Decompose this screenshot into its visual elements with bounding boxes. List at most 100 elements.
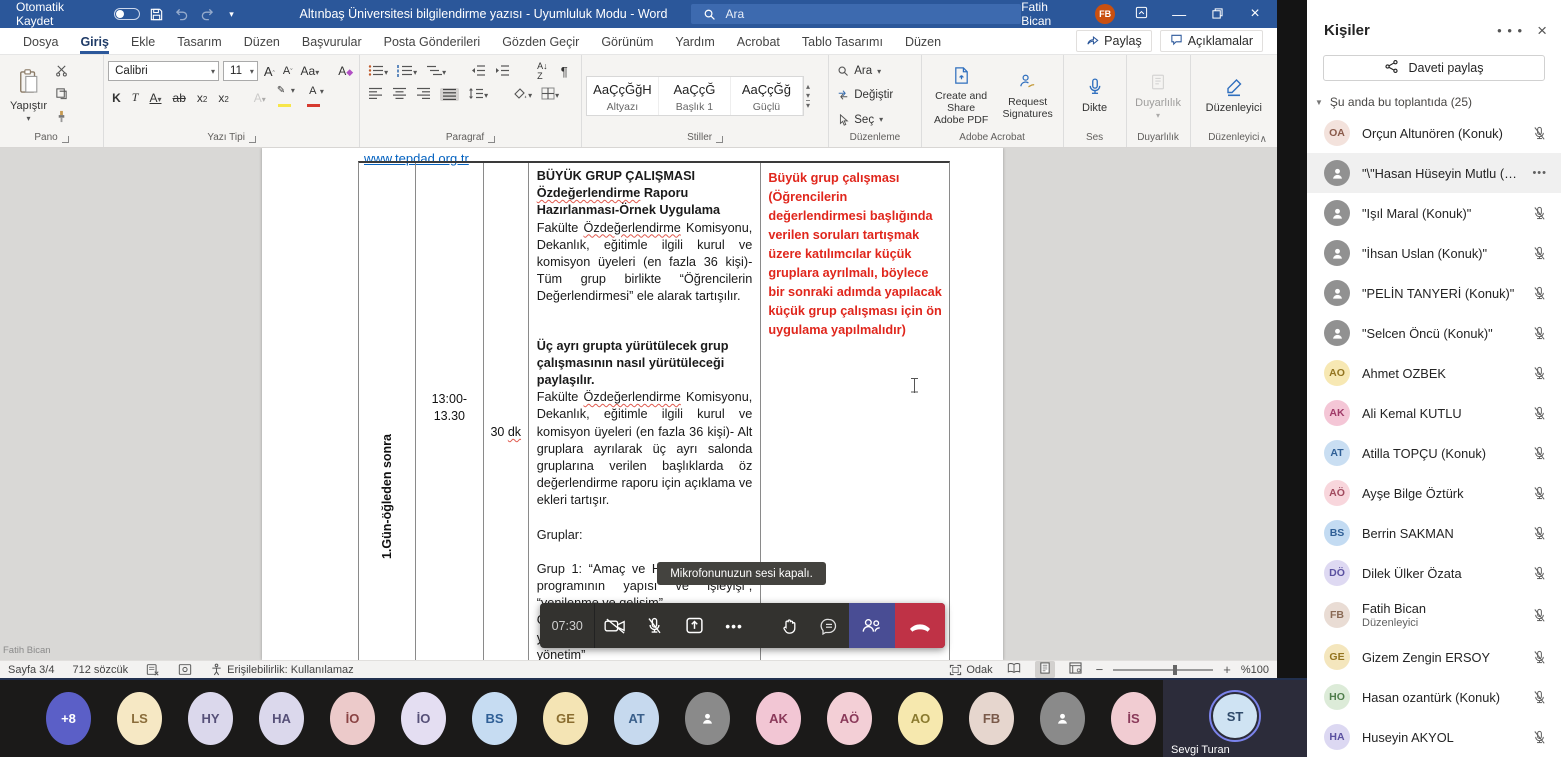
request-signatures-button[interactable]: Request Signatures <box>997 59 1059 132</box>
participant-avatar-FB[interactable]: FB <box>969 692 1014 745</box>
participant-avatar-AK[interactable]: AK <box>756 692 801 745</box>
participant-row[interactable]: "\"Hasan Hüseyin Mutlu (Konu...••• <box>1307 153 1561 193</box>
tab-giriş[interactable]: Giriş <box>69 30 120 53</box>
account-avatar[interactable]: FB <box>1095 4 1115 24</box>
subscript-icon[interactable]: x2 <box>195 91 209 105</box>
italic-icon[interactable]: T <box>130 90 141 105</box>
font-size-select[interactable]: 11▾ <box>223 61 258 81</box>
multilevel-list-icon[interactable]: ▾ <box>426 62 446 80</box>
participant-row[interactable]: BSBerrin SAKMAN <box>1307 513 1561 553</box>
participant-avatar-İO[interactable]: İO <box>401 692 446 745</box>
participant-mic-muted-icon[interactable] <box>1532 326 1547 341</box>
grow-font-icon[interactable]: Aˆ <box>262 64 277 79</box>
participant-avatar-generic[interactable] <box>685 692 730 745</box>
tab-görünüm[interactable]: Görünüm <box>590 30 664 53</box>
web-layout-icon[interactable] <box>1065 661 1086 678</box>
print-layout-icon[interactable] <box>1035 661 1055 678</box>
redo-icon[interactable] <box>199 6 215 22</box>
font-dialog-launcher-icon[interactable] <box>249 136 256 143</box>
superscript-icon[interactable]: x2 <box>216 91 230 105</box>
justify-icon[interactable] <box>440 88 459 101</box>
participant-avatar-İS[interactable]: İS <box>1111 692 1156 745</box>
participant-mic-muted-icon[interactable] <box>1532 608 1547 623</box>
participant-mic-muted-icon[interactable] <box>1532 446 1547 461</box>
participant-more-options-icon[interactable]: ••• <box>1532 167 1547 179</box>
copy-icon[interactable] <box>55 87 68 105</box>
align-center-icon[interactable] <box>392 85 407 103</box>
read-mode-icon[interactable] <box>1003 661 1025 678</box>
align-right-icon[interactable] <box>416 85 431 103</box>
participant-mic-muted-icon[interactable] <box>1532 406 1547 421</box>
participant-row[interactable]: "Işıl Maral (Konuk)" <box>1307 193 1561 233</box>
ribbon-display-options-icon[interactable] <box>1129 6 1153 22</box>
participant-row[interactable]: FBFatih BicanDüzenleyici <box>1307 593 1561 637</box>
participant-row[interactable]: ATAtilla TOPÇU (Konuk) <box>1307 433 1561 473</box>
show-participants-button[interactable] <box>849 603 895 648</box>
increase-indent-icon[interactable] <box>495 62 510 80</box>
table-cell-day[interactable]: 1.Gün-öğleden sonra <box>359 163 416 660</box>
participant-mic-muted-icon[interactable] <box>1532 730 1547 745</box>
undo-icon[interactable] <box>174 6 190 22</box>
styles-expand-icon[interactable]: ▾ <box>806 100 810 110</box>
participant-row[interactable]: "PELİN TANYERİ (Konuk)" <box>1307 273 1561 313</box>
bold-icon[interactable]: K <box>110 91 123 105</box>
borders-icon[interactable]: ▾ <box>541 85 559 103</box>
qat-dropdown-icon[interactable]: ▾ <box>224 6 240 22</box>
participant-row[interactable]: GEGizem Zengin ERSOY <box>1307 637 1561 677</box>
macro-recording-icon[interactable] <box>178 663 192 676</box>
zoom-out-button[interactable]: − <box>1096 662 1104 677</box>
styles-dialog-launcher-icon[interactable] <box>716 136 723 143</box>
tab-yardım[interactable]: Yardım <box>664 30 725 53</box>
participant-avatar-BS[interactable]: BS <box>472 692 517 745</box>
participant-mic-muted-icon[interactable] <box>1532 526 1547 541</box>
paragraph-dialog-launcher-icon[interactable] <box>488 136 495 143</box>
tab-posta-gönderileri[interactable]: Posta Gönderileri <box>373 30 492 53</box>
tab-dosya[interactable]: Dosya <box>12 30 69 53</box>
search-box[interactable]: Ara <box>691 4 1021 24</box>
page-indicator[interactable]: Sayfa 3/4 <box>8 664 54 676</box>
account-name[interactable]: Fatih Bican <box>1021 0 1081 28</box>
pilcrow-icon[interactable]: ¶ <box>559 64 570 79</box>
participant-row[interactable]: AÖAyşe Bilge Öztürk <box>1307 473 1561 513</box>
participant-mic-muted-icon[interactable] <box>1532 486 1547 501</box>
format-painter-icon[interactable] <box>55 110 68 128</box>
autosave-toggle[interactable] <box>114 8 140 20</box>
raise-hand-button[interactable] <box>770 603 810 648</box>
save-icon[interactable] <box>149 6 165 22</box>
find-button[interactable]: Ara▾ <box>837 65 912 77</box>
table-cell-time[interactable]: 13:00- 13.30 <box>416 163 484 660</box>
shrink-font-icon[interactable]: Aˇ <box>281 65 295 77</box>
participant-avatar-HY[interactable]: HY <box>188 692 233 745</box>
share-invite-button[interactable]: Daveti paylaş <box>1323 55 1545 81</box>
participant-avatar-LS[interactable]: LS <box>117 692 162 745</box>
share-button[interactable]: Paylaş <box>1076 30 1152 52</box>
participant-row[interactable]: "Selcen Öncü (Konuk)" <box>1307 313 1561 353</box>
share-screen-button[interactable] <box>675 603 715 648</box>
tab-düzen[interactable]: Düzen <box>894 30 952 53</box>
participant-avatar-HA[interactable]: HA <box>259 692 304 745</box>
participant-row[interactable]: HOHasan ozantürk (Konuk) <box>1307 677 1561 717</box>
cut-icon[interactable] <box>55 64 68 82</box>
participant-avatar-İO[interactable]: İO <box>330 692 375 745</box>
tab-düzen[interactable]: Düzen <box>233 30 291 53</box>
zoom-in-button[interactable]: + <box>1223 662 1231 677</box>
participant-mic-muted-icon[interactable] <box>1532 246 1547 261</box>
select-button[interactable]: Seç▾ <box>837 114 912 126</box>
style-card[interactable]: AaÇçĞBaşlık 1 <box>659 77 731 115</box>
hang-up-button[interactable] <box>895 603 946 648</box>
replace-button[interactable]: Değiştir <box>837 89 912 101</box>
dictate-button[interactable]: Dikte <box>1076 59 1113 132</box>
pano-dialog-launcher-icon[interactable] <box>62 136 69 143</box>
align-left-icon[interactable] <box>368 85 383 103</box>
decrease-indent-icon[interactable] <box>471 62 486 80</box>
underline-icon[interactable]: A▾ <box>147 91 163 105</box>
minimize-button[interactable]: — <box>1167 6 1191 22</box>
styles-scroll-up-icon[interactable]: ▴ <box>806 82 810 91</box>
word-count[interactable]: 712 sözcük <box>72 664 128 676</box>
participant-mic-muted-icon[interactable] <box>1532 690 1547 705</box>
focus-mode-button[interactable]: Odak <box>949 664 992 676</box>
font-name-select[interactable]: Calibri▾ <box>108 61 219 81</box>
change-case-icon[interactable]: Aa▾ <box>299 64 322 78</box>
table-cell-duration[interactable]: 30 dk <box>484 163 529 660</box>
line-spacing-icon[interactable]: ▾ <box>468 85 488 103</box>
